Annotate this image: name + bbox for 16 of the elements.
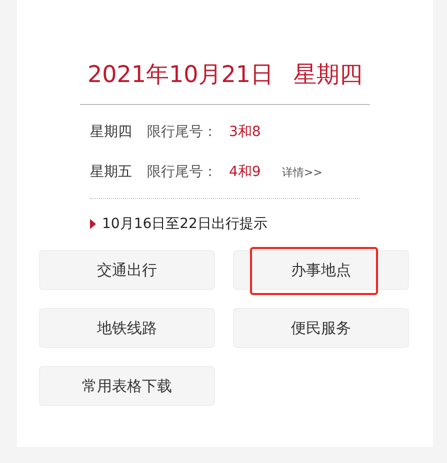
menu-button[interactable]: 交通出行 [39,250,215,290]
notice-text[interactable]: 10月16日至22日出行提示 [102,215,268,233]
restriction-label: 限行尾号： [147,163,218,182]
restriction-label: 限行尾号： [147,123,218,142]
menu-button[interactable]: 地铁线路 [39,308,215,348]
day-label: 星期四 [90,123,133,142]
plate-numbers: 3和8 [229,123,262,142]
day-label: 星期五 [90,163,133,182]
plate-numbers: 4和9 [229,163,262,182]
weekday-text: 星期四 [294,61,363,90]
details-link[interactable]: 详情>> [282,160,322,186]
menu-button[interactable]: 便民服务 [233,308,409,348]
date-text: 2021年10月21日 [87,61,274,90]
triangle-icon [90,219,96,229]
menu-button[interactable]: 办事地点 [233,250,409,290]
menu-button[interactable]: 常用表格下载 [39,366,215,406]
